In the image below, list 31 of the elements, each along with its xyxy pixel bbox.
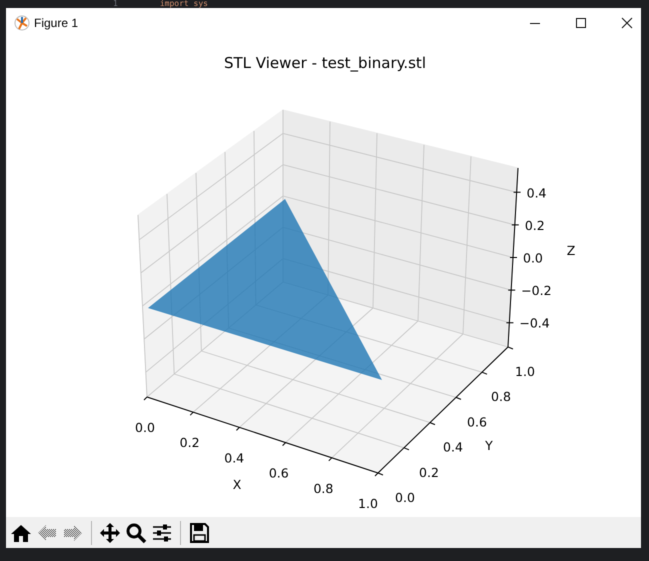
tick-label: 0.4 bbox=[443, 440, 463, 455]
tick-label: 1.0 bbox=[358, 496, 378, 511]
move-icon[interactable] bbox=[99, 522, 121, 544]
tick-label: 0.0 bbox=[135, 420, 155, 435]
tick-label: −0.2 bbox=[521, 283, 552, 298]
line-number: 1 bbox=[113, 0, 118, 8]
tick-label: 0.2 bbox=[524, 218, 545, 233]
tick-label: 0.6 bbox=[268, 466, 289, 481]
close-icon[interactable] bbox=[621, 17, 633, 29]
plot-title: STL Viewer - test_binary.stl bbox=[224, 54, 426, 72]
sliders-icon[interactable] bbox=[151, 522, 173, 544]
zoom-icon[interactable] bbox=[125, 522, 147, 544]
tick-label: 0.6 bbox=[467, 414, 487, 430]
tick-label: 0.2 bbox=[419, 464, 439, 480]
code-line: import sys bbox=[160, 0, 208, 8]
axis-label: Y bbox=[485, 438, 493, 453]
tick-label: 0.4 bbox=[526, 185, 547, 200]
tick-label: 0.4 bbox=[224, 450, 244, 466]
app-icon bbox=[14, 15, 30, 31]
axis-label: Z bbox=[566, 243, 576, 258]
window-title: Figure 1 bbox=[34, 16, 78, 30]
tick-label: 0.8 bbox=[491, 389, 511, 404]
maximize-icon[interactable] bbox=[575, 17, 587, 29]
tick-label: −0.4 bbox=[519, 316, 550, 331]
tick-label: 0.0 bbox=[523, 250, 543, 266]
save-icon[interactable] bbox=[188, 522, 210, 544]
tick-label: 0.8 bbox=[313, 480, 334, 496]
tick-label: 1.0 bbox=[515, 364, 535, 379]
tick-label: 0.0 bbox=[395, 490, 415, 505]
tick-label: 0.2 bbox=[180, 435, 200, 450]
axis-label: X bbox=[232, 477, 242, 492]
